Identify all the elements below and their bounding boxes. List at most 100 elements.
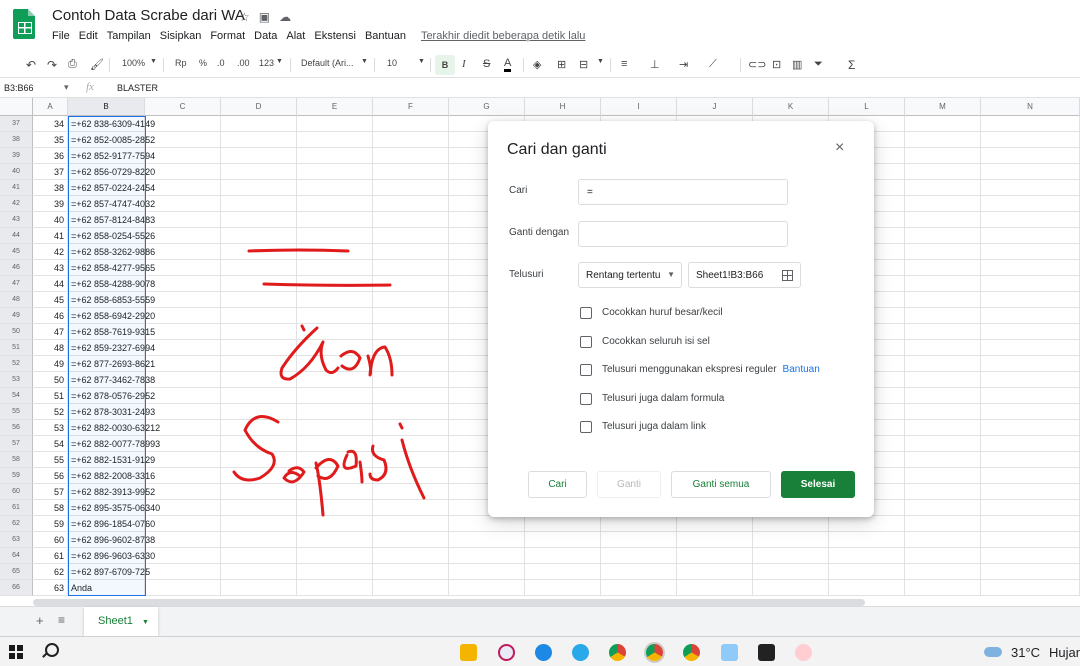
column-header-b[interactable]: B [68, 98, 145, 116]
chevron-down-icon[interactable]: ▼ [142, 619, 149, 626]
cell-a[interactable]: 58 [33, 500, 68, 516]
cell-a[interactable]: 45 [33, 292, 68, 308]
regex-checkbox[interactable] [580, 364, 592, 376]
horizontal-scrollbar[interactable] [33, 599, 865, 606]
cell-a[interactable]: 54 [33, 436, 68, 452]
cell-a[interactable]: 47 [33, 324, 68, 340]
cell-a[interactable]: 49 [33, 356, 68, 372]
row-header[interactable]: 66 [0, 580, 33, 596]
temperature[interactable]: 31°C [1011, 645, 1040, 660]
chevron-down-icon[interactable]: ▾ [64, 82, 69, 93]
zoom-select[interactable]: 100% [122, 58, 145, 68]
file-explorer-icon[interactable] [460, 644, 477, 661]
search-scope-select[interactable]: Rentang tertentu ▼ [578, 262, 682, 288]
undo-icon[interactable]: ↶ [26, 58, 36, 72]
row-header[interactable]: 41 [0, 180, 33, 196]
column-header-m[interactable]: M [905, 98, 981, 116]
match-entire-cell-checkbox[interactable] [580, 336, 592, 348]
done-button[interactable]: Selesai [781, 471, 855, 498]
row-header[interactable]: 46 [0, 260, 33, 276]
merge-cells-icon[interactable]: ⊟ [579, 58, 588, 71]
match-case-label[interactable]: Cocokkan huruf besar/kecil [602, 307, 723, 318]
row-header[interactable]: 53 [0, 372, 33, 388]
row-header[interactable]: 60 [0, 484, 33, 500]
cell-a[interactable]: 51 [33, 388, 68, 404]
formula-input[interactable]: BLASTER [117, 83, 158, 93]
column-header-d[interactable]: D [221, 98, 297, 116]
menu-edit[interactable]: Edit [79, 30, 98, 42]
number-format-button[interactable]: 123 [259, 58, 274, 68]
weather-icon[interactable] [984, 647, 1002, 657]
text-wrap-icon[interactable]: ⇥ [679, 58, 688, 71]
row-header[interactable]: 51 [0, 340, 33, 356]
chart-icon[interactable]: ▥ [792, 58, 802, 71]
row-header[interactable]: 38 [0, 132, 33, 148]
row-header[interactable]: 47 [0, 276, 33, 292]
italic-button[interactable]: I [462, 58, 466, 70]
chevron-down-icon[interactable]: ▼ [276, 58, 283, 65]
chrome-icon[interactable] [609, 644, 626, 661]
currency-button[interactable]: Rp [175, 58, 187, 68]
cell-a[interactable]: 63 [33, 580, 68, 596]
cell-a[interactable]: 48 [33, 340, 68, 356]
menu-insert[interactable]: Sisipkan [160, 30, 202, 42]
cell-a[interactable]: 60 [33, 532, 68, 548]
column-header-n[interactable]: N [981, 98, 1080, 116]
row-header[interactable]: 40 [0, 164, 33, 180]
search-formulas-label[interactable]: Telusuri juga dalam formula [602, 393, 724, 404]
column-header-k[interactable]: K [753, 98, 829, 116]
telegram-icon[interactable] [572, 644, 589, 661]
cell-a[interactable]: 57 [33, 484, 68, 500]
row-header[interactable]: 43 [0, 212, 33, 228]
all-sheets-button[interactable]: ≡ [58, 613, 65, 627]
cell-a[interactable]: 41 [33, 228, 68, 244]
search-links-checkbox[interactable] [580, 421, 592, 433]
row-header[interactable]: 63 [0, 532, 33, 548]
sheets-logo-icon[interactable] [13, 9, 35, 39]
row-header[interactable]: 64 [0, 548, 33, 564]
notepad-icon[interactable] [721, 644, 738, 661]
replace-all-button[interactable]: Ganti semua [671, 471, 771, 498]
align-horizontal-icon[interactable]: ≡ [621, 58, 627, 70]
menu-data[interactable]: Data [254, 30, 277, 42]
percent-button[interactable]: % [199, 58, 207, 68]
name-box[interactable]: B3:B66 [4, 83, 34, 93]
redo-icon[interactable]: ↷ [47, 58, 57, 72]
cell-a[interactable]: 38 [33, 180, 68, 196]
column-header-j[interactable]: J [677, 98, 753, 116]
terminal-icon[interactable] [758, 644, 775, 661]
row-header[interactable]: 58 [0, 452, 33, 468]
cell-a[interactable]: 44 [33, 276, 68, 292]
column-header-l[interactable]: L [829, 98, 905, 116]
move-folder-icon[interactable]: ▣ [259, 10, 270, 24]
select-all-corner[interactable] [0, 98, 33, 116]
row-header[interactable]: 57 [0, 436, 33, 452]
search-links-label[interactable]: Telusuri juga dalam link [602, 421, 706, 432]
cell-a[interactable]: 56 [33, 468, 68, 484]
document-title[interactable]: Contoh Data Scrabe dari WA [52, 7, 245, 24]
text-rotation-icon[interactable]: ⟋ [709, 58, 717, 71]
row-header[interactable]: 42 [0, 196, 33, 212]
font-family-select[interactable]: Default (Ari... [301, 58, 354, 68]
find-input[interactable] [578, 179, 788, 205]
paint-format-icon[interactable]: 🖌 [90, 58, 104, 71]
cell-a[interactable]: 43 [33, 260, 68, 276]
strikethrough-button[interactable]: S [483, 58, 490, 70]
column-header-i[interactable]: I [601, 98, 677, 116]
match-case-checkbox[interactable] [580, 307, 592, 319]
menu-file[interactable]: File [52, 30, 70, 42]
row-header[interactable]: 50 [0, 324, 33, 340]
cell-a[interactable]: 40 [33, 212, 68, 228]
range-input[interactable]: Sheet1!B3:B66 [688, 262, 801, 288]
row-header[interactable]: 55 [0, 404, 33, 420]
column-header-c[interactable]: C [145, 98, 221, 116]
row-header[interactable]: 44 [0, 228, 33, 244]
add-sheet-button[interactable]: + [36, 613, 44, 628]
help-link[interactable]: Bantuan [783, 364, 820, 375]
functions-icon[interactable]: Σ [848, 58, 855, 72]
font-size-select[interactable]: 10 [387, 58, 397, 68]
row-header[interactable]: 45 [0, 244, 33, 260]
text-color-button[interactable]: A [504, 58, 512, 72]
search-icon[interactable] [45, 643, 59, 657]
link-icon[interactable]: ⊂⊃ [748, 58, 766, 71]
